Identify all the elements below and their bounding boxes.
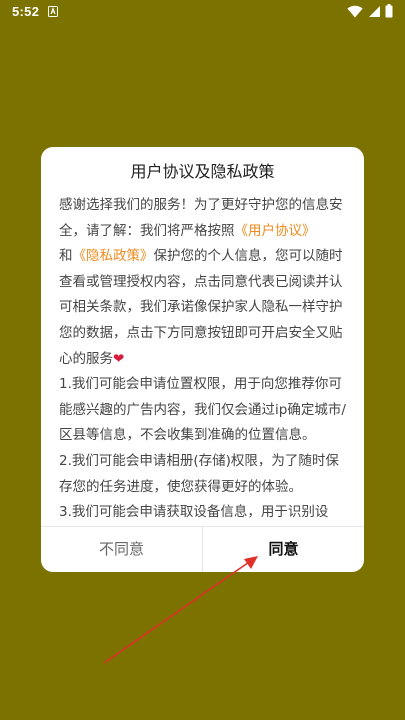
dialog-title: 用户协议及隐私政策 bbox=[130, 162, 275, 181]
signal-icon bbox=[369, 5, 380, 17]
privacy-policy-link[interactable]: 《隐私政策》 bbox=[73, 248, 154, 264]
storage-permission-paragraph: 2.我们可能会申请相册(存储)权限，为了随时保存您的任务进度，使您获得更好的体验… bbox=[59, 452, 339, 495]
agree-button[interactable]: 同意 bbox=[203, 527, 364, 572]
dialog-body[interactable]: 感谢选择我们的服务！为了更好守护您的信息安全，请了解：我们将严格按照《用户协议》… bbox=[59, 193, 349, 526]
heart-icon: ❤ bbox=[113, 350, 125, 367]
device-permission-paragraph: 3.我们可能会申请获取设备信息，用于识别设备，保障账号安全。 bbox=[59, 504, 329, 521]
user-agreement-link[interactable]: 《用户协议》 bbox=[235, 223, 316, 239]
location-permission-paragraph: 1.我们可能会申请位置权限，用于向您推荐你可能感兴趣的广告内容，我们仅会通过ip… bbox=[59, 376, 346, 444]
notification-a-icon bbox=[48, 6, 58, 17]
wifi-icon bbox=[347, 5, 363, 17]
intro-paragraph: 感谢选择我们的服务！为了更好守护您的信息安全，请了解：我们将严格按照《用户协议》… bbox=[59, 193, 349, 372]
privacy-dialog: 用户协议及隐私政策 感谢选择我们的服务！为了更好守护您的信息安全，请了解：我们将… bbox=[41, 147, 364, 572]
status-bar: 5:52 bbox=[0, 0, 405, 24]
status-time: 5:52 bbox=[12, 4, 40, 19]
status-icons bbox=[347, 4, 393, 18]
intro-text-c: 保护您的个人信息，您可以随时查看或管理授权内容，点击同意代表已阅读并认可相关条款… bbox=[59, 248, 343, 367]
battery-icon bbox=[385, 4, 393, 18]
intro-text-b: 和 bbox=[59, 248, 73, 265]
disagree-button[interactable]: 不同意 bbox=[41, 527, 202, 572]
